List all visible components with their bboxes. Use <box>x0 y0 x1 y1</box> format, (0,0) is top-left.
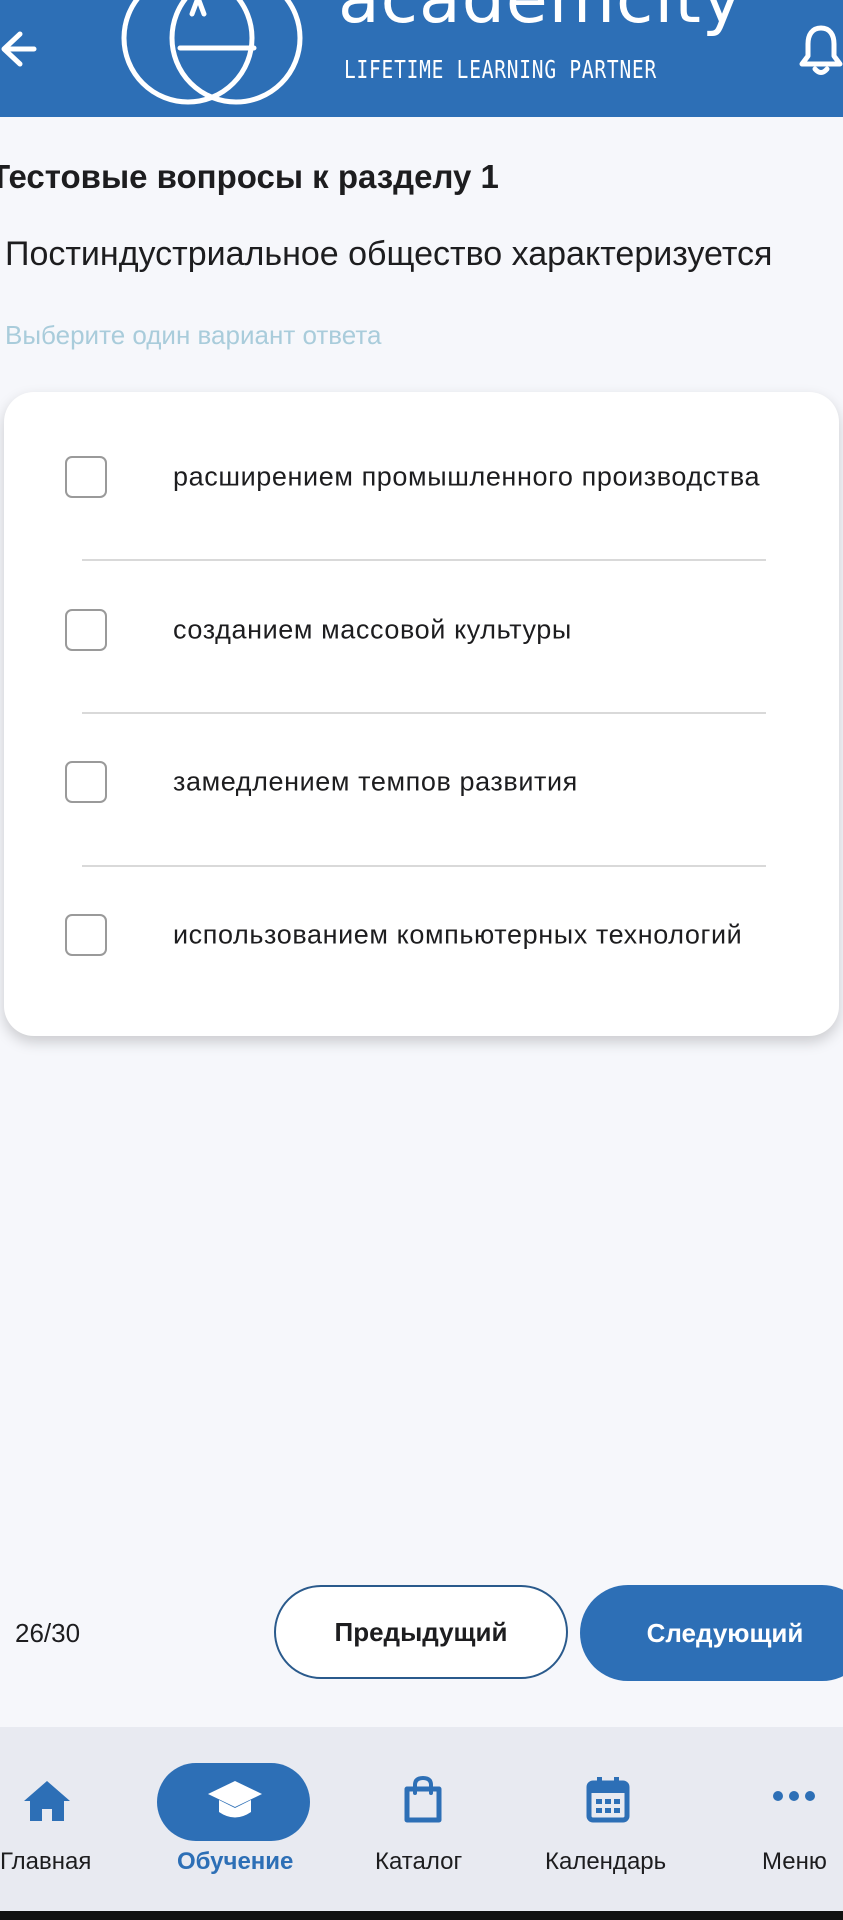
nav-label: Каталог <box>375 1848 463 1875</box>
arrow-left-icon[interactable] <box>0 20 38 78</box>
answer-checkbox[interactable] <box>65 609 107 651</box>
answer-checkbox[interactable] <box>65 761 107 803</box>
section-title: Тестовые вопросы к разделу 1 <box>0 158 499 195</box>
more-horizontal-icon <box>773 1791 815 1801</box>
answer-option-2[interactable]: созданием массовой культуры <box>4 555 839 705</box>
nav-label: Календарь <box>545 1848 667 1875</box>
answer-hint: Выберите один вариант ответа <box>5 320 382 350</box>
graduation-cap-icon <box>208 1781 262 1818</box>
nav-item-catalog[interactable]: Каталог <box>360 1727 490 1911</box>
answer-checkbox[interactable] <box>65 914 107 956</box>
answer-option-4[interactable]: использованием компьютерных технологий <box>4 860 839 1010</box>
question-counter: 26/30 <box>15 1618 81 1648</box>
home-icon <box>24 1781 70 1821</box>
answer-label: использованием компьютерных технологий <box>173 919 743 950</box>
answer-label: замедлением темпов развития <box>173 766 578 797</box>
answer-checkbox[interactable] <box>65 456 107 498</box>
answer-option-1[interactable]: расширением промышленного производства <box>4 402 839 552</box>
answer-option-3[interactable]: замедлением темпов развития <box>4 707 839 857</box>
question-text: Постиндустриальное общество характеризуе… <box>5 235 773 273</box>
nav-item-menu[interactable]: Меню <box>750 1727 843 1911</box>
system-gesture-bar <box>0 1911 843 1920</box>
next-button[interactable]: Следующий <box>580 1585 843 1681</box>
previous-button[interactable]: Предыдущий <box>274 1585 568 1679</box>
nav-item-home[interactable]: Главная <box>0 1727 100 1911</box>
brand-tagline: LIFETIME LEARNING PARTNER <box>344 55 658 84</box>
answer-label: созданием массовой культуры <box>173 614 572 645</box>
nav-label: Меню <box>762 1848 827 1875</box>
shopping-bag-icon <box>404 1775 442 1823</box>
bell-icon[interactable] <box>796 22 843 78</box>
brand-name: academcity <box>338 0 743 34</box>
answer-label: расширением промышленного производства <box>173 461 761 492</box>
app-header: academcity LIFETIME LEARNING PARTNER <box>0 0 843 117</box>
calendar-icon <box>586 1777 630 1823</box>
answers-card: расширением промышленного производства с… <box>4 392 839 1036</box>
nav-item-learning[interactable]: Обучение <box>150 1727 320 1911</box>
academcity-logo-icon <box>121 0 303 105</box>
nav-item-calendar[interactable]: Календарь <box>540 1727 680 1911</box>
nav-label: Обучение <box>177 1848 294 1875</box>
bottom-navigation: Главная Обучение Каталог Календарь Меню <box>0 1727 843 1911</box>
nav-label: Главная <box>0 1848 92 1875</box>
